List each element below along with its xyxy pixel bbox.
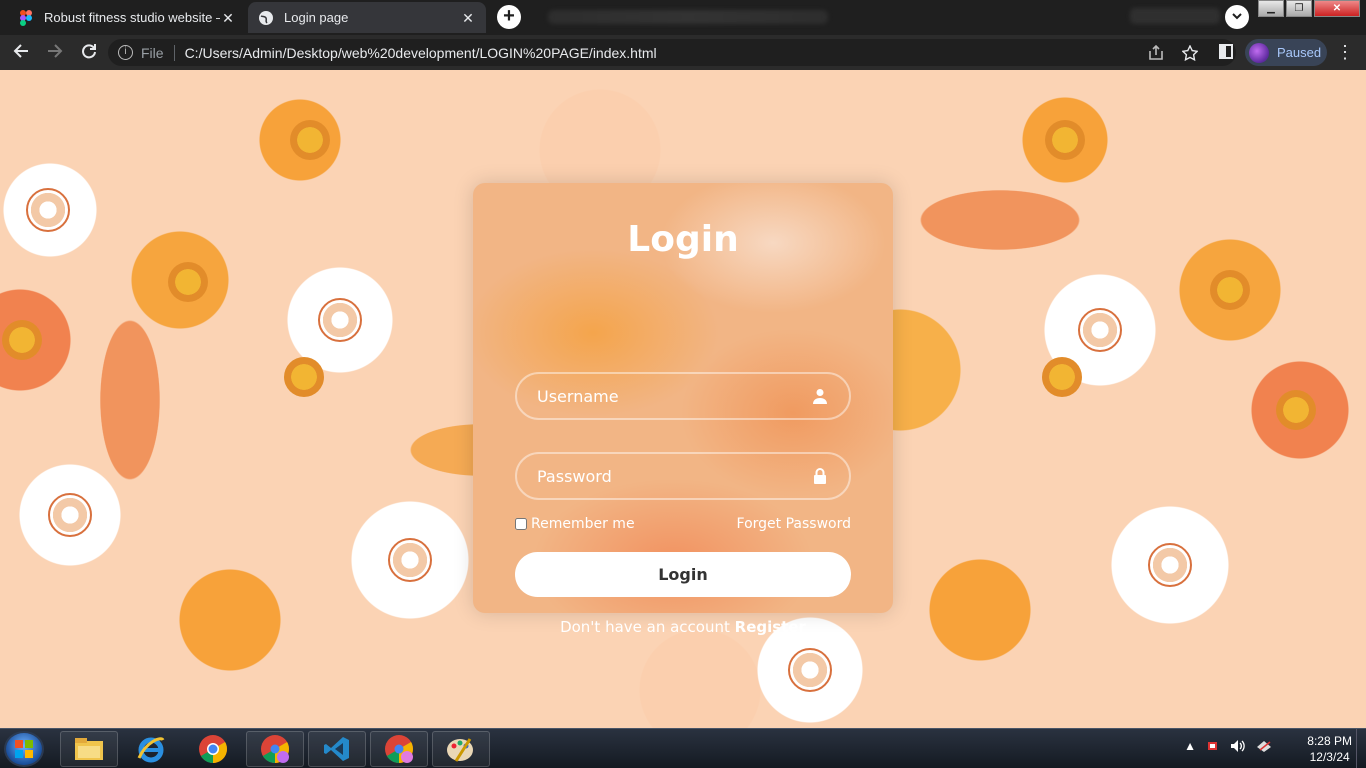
password-field (515, 452, 851, 500)
minimize-button[interactable]: ▁ (1258, 0, 1284, 17)
remember-label: Remember me (531, 516, 635, 532)
action-center-icon[interactable] (1256, 739, 1272, 756)
close-icon[interactable]: ✕ (460, 10, 476, 26)
login-button[interactable]: Login (515, 552, 851, 597)
tab-search-button[interactable] (1225, 5, 1249, 29)
page-title: Login (627, 219, 739, 260)
flower-decoration (318, 298, 362, 342)
blurred-icons (1130, 8, 1220, 24)
system-tray: ▲ (1184, 739, 1272, 756)
remember-me[interactable]: Remember me (515, 516, 635, 532)
windows-icon (15, 740, 33, 758)
blurred-window-title (548, 10, 828, 24)
clock[interactable]: 8:28 PM 12/3/24 (1307, 733, 1352, 765)
lock-icon (814, 468, 826, 484)
reload-icon (82, 43, 96, 58)
flower-decoration (388, 538, 432, 582)
chrome-profile-icon[interactable] (370, 731, 428, 767)
chrome-icon[interactable] (184, 731, 242, 767)
register-link[interactable]: Register (735, 618, 806, 636)
paint-icon[interactable] (432, 731, 490, 767)
flower-decoration (2, 320, 42, 360)
tab-strip: Robust fitness studio website – Fi ✕ Log… (0, 0, 1366, 35)
url-text[interactable]: C:/Users/Admin/Desktop/web%20development… (185, 45, 657, 61)
taskbar: ▲ 8:28 PM 12/3/24 (0, 728, 1366, 768)
forward-button[interactable] (42, 40, 68, 66)
show-desktop-button[interactable] (1356, 729, 1366, 768)
flower-decoration (168, 262, 208, 302)
avatar (1249, 42, 1269, 63)
time: 8:28 PM (1307, 734, 1352, 748)
flower-decoration (290, 120, 330, 160)
close-icon[interactable]: ✕ (220, 10, 236, 26)
address-bar[interactable]: i File C:/Users/Admin/Desktop/web%20deve… (108, 39, 1236, 66)
divider (173, 44, 175, 61)
back-button[interactable] (8, 40, 34, 66)
date: 12/3/24 (1309, 750, 1350, 764)
flower-decoration (1276, 390, 1316, 430)
remember-checkbox[interactable] (515, 518, 527, 530)
tab-title: Login page (284, 10, 349, 25)
url-scheme: File (141, 44, 164, 61)
chrome-profile-icon[interactable] (246, 731, 304, 767)
flower-decoration (1210, 270, 1250, 310)
internet-explorer-icon[interactable] (122, 731, 180, 767)
options-row: Remember me Forget Password (515, 516, 851, 532)
vscode-icon[interactable] (308, 731, 366, 767)
page-viewport: Login Remember me Forget Password Login … (0, 70, 1366, 728)
figma-icon (18, 9, 34, 26)
globe-icon (258, 10, 274, 26)
forget-password-link[interactable]: Forget Password (737, 516, 851, 532)
menu-icon[interactable]: ⋮ (1336, 43, 1354, 61)
back-icon (13, 43, 28, 58)
omnibox-actions (1148, 44, 1198, 61)
tab-title: Robust fitness studio website – Fi (44, 10, 220, 25)
share-icon[interactable] (1148, 44, 1164, 61)
tab-login-page[interactable]: Login page ✕ (248, 2, 486, 33)
info-icon[interactable]: i (118, 45, 133, 60)
username-field (515, 372, 851, 420)
window-close-button[interactable]: ✕ (1314, 0, 1360, 17)
password-input[interactable] (537, 466, 811, 486)
window-controls: ▁ ❐ ✕ (1256, 0, 1360, 17)
flower-decoration (284, 357, 324, 397)
flower-decoration (1042, 357, 1082, 397)
login-card: Login Remember me Forget Password Login … (473, 183, 893, 636)
flower-decoration (1148, 543, 1192, 587)
flower-decoration (26, 188, 70, 232)
volume-icon[interactable] (1230, 739, 1246, 756)
star-icon[interactable] (1182, 44, 1198, 61)
profile-status: Paused (1277, 45, 1322, 60)
side-panel-icon[interactable] (1219, 44, 1233, 59)
flower-decoration (1078, 308, 1122, 352)
tab-robust-fitness[interactable]: Robust fitness studio website – Fi ✕ (8, 2, 246, 33)
username-input[interactable] (537, 386, 811, 406)
start-button[interactable] (4, 731, 44, 767)
network-icon[interactable] (1206, 739, 1220, 756)
restore-button[interactable]: ❐ (1286, 0, 1312, 17)
flower-decoration (788, 648, 832, 692)
profile-button[interactable]: Paused (1245, 39, 1327, 66)
show-hidden-icons[interactable]: ▲ (1184, 739, 1196, 756)
flower-decoration (48, 493, 92, 537)
new-tab-button[interactable]: + (497, 5, 521, 29)
user-icon (813, 389, 827, 404)
forward-icon (48, 43, 63, 58)
browser-toolbar: i File C:/Users/Admin/Desktop/web%20deve… (0, 35, 1366, 70)
register-row: Don't have an account Register (473, 618, 893, 636)
register-prompt: Don't have an account (560, 618, 730, 636)
reload-button[interactable] (76, 40, 102, 66)
file-explorer-icon[interactable] (60, 731, 118, 767)
flower-decoration (1045, 120, 1085, 160)
